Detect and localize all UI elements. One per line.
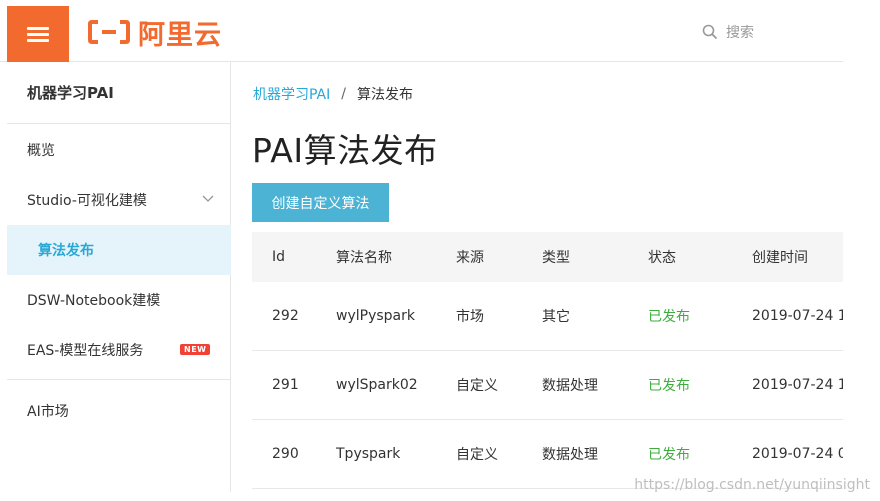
column-header-source: 来源 bbox=[456, 250, 484, 266]
cell-id: 291 bbox=[272, 377, 299, 393]
sidebar-item-algorithm-publish[interactable]: 算法发布 bbox=[7, 225, 231, 275]
sidebar: 机器学习PAI 概览 Studio-可视化建模 算法发布 DSW-Noteboo… bbox=[7, 62, 231, 492]
cell-name: wylSpark02 bbox=[336, 377, 418, 393]
aliyun-logo[interactable]: 阿里云 bbox=[88, 16, 222, 51]
cell-name: wylPyspark bbox=[336, 308, 415, 324]
logo-text: 阿里云 bbox=[138, 19, 222, 51]
column-header-type: 类型 bbox=[542, 250, 570, 266]
sidebar-item-label: 算法发布 bbox=[38, 243, 94, 259]
cell-type: 其它 bbox=[542, 309, 570, 325]
sidebar-item-ai-market[interactable]: AI市场 bbox=[7, 386, 231, 436]
table-header: Id 算法名称 来源 类型 状态 创建时间 bbox=[252, 232, 843, 282]
table-row[interactable]: 291 wylSpark02 自定义 数据处理 已发布 2019-07-24 1… bbox=[252, 351, 843, 420]
cell-source: 市场 bbox=[456, 309, 484, 325]
sidebar-item-label: AI市场 bbox=[27, 404, 69, 420]
chevron-down-icon bbox=[202, 195, 214, 202]
watermark: https://blog.csdn.net/yunqiinsight bbox=[634, 477, 870, 493]
breadcrumb-current: 算法发布 bbox=[356, 87, 413, 103]
create-custom-algorithm-button[interactable]: 创建自定义算法 bbox=[252, 183, 389, 222]
column-header-created: 创建时间 bbox=[752, 250, 808, 266]
sidebar-title: 机器学习PAI bbox=[7, 62, 230, 124]
sidebar-item-studio[interactable]: Studio-可视化建模 bbox=[7, 175, 231, 225]
table-row[interactable]: 292 wylPyspark 市场 其它 已发布 2019-07-24 13 bbox=[252, 282, 843, 351]
page-title: PAI算法发布 bbox=[252, 131, 438, 170]
sidebar-item-label: 概览 bbox=[27, 143, 55, 159]
cell-name: Tpyspark bbox=[336, 446, 401, 462]
hamburger-icon bbox=[27, 24, 49, 45]
sidebar-item-label: DSW-Notebook建模 bbox=[27, 293, 161, 309]
cell-status: 已发布 bbox=[648, 309, 690, 325]
sidebar-item-label: Studio-可视化建模 bbox=[27, 193, 147, 209]
aliyun-logo-icon bbox=[88, 20, 130, 44]
cell-created: 2019-07-24 10 bbox=[752, 377, 843, 393]
top-bar: 阿里云 搜索 bbox=[0, 0, 843, 62]
search-placeholder: 搜索 bbox=[726, 25, 754, 41]
sidebar-item-eas[interactable]: EAS-模型在线服务 NEW bbox=[7, 325, 231, 375]
search-icon bbox=[702, 24, 718, 40]
algorithm-table: Id 算法名称 来源 类型 状态 创建时间 292 wylPyspark 市场 … bbox=[252, 232, 843, 489]
cell-status: 已发布 bbox=[648, 378, 690, 394]
sidebar-item-overview[interactable]: 概览 bbox=[7, 125, 231, 175]
menu-button[interactable] bbox=[7, 6, 69, 62]
breadcrumb-root-link[interactable]: 机器学习PAI bbox=[253, 84, 330, 104]
search-box[interactable]: 搜索 bbox=[702, 22, 754, 42]
cell-created: 2019-07-24 13 bbox=[752, 308, 843, 324]
breadcrumb: 机器学习PAI / 算法发布 bbox=[253, 84, 413, 104]
breadcrumb-separator: / bbox=[341, 86, 346, 102]
cell-id: 292 bbox=[272, 308, 299, 324]
column-header-status: 状态 bbox=[648, 250, 676, 266]
column-header-name: 算法名称 bbox=[336, 250, 392, 266]
new-badge: NEW bbox=[180, 344, 211, 355]
cell-type: 数据处理 bbox=[542, 447, 598, 463]
sidebar-divider bbox=[7, 379, 231, 380]
cell-type: 数据处理 bbox=[542, 378, 598, 394]
column-header-id: Id bbox=[272, 249, 286, 265]
cell-source: 自定义 bbox=[456, 378, 498, 394]
cell-source: 自定义 bbox=[456, 447, 498, 463]
sidebar-item-label: EAS-模型在线服务 bbox=[27, 343, 144, 359]
cell-id: 290 bbox=[272, 446, 299, 462]
sidebar-item-dsw-notebook[interactable]: DSW-Notebook建模 bbox=[7, 275, 231, 325]
